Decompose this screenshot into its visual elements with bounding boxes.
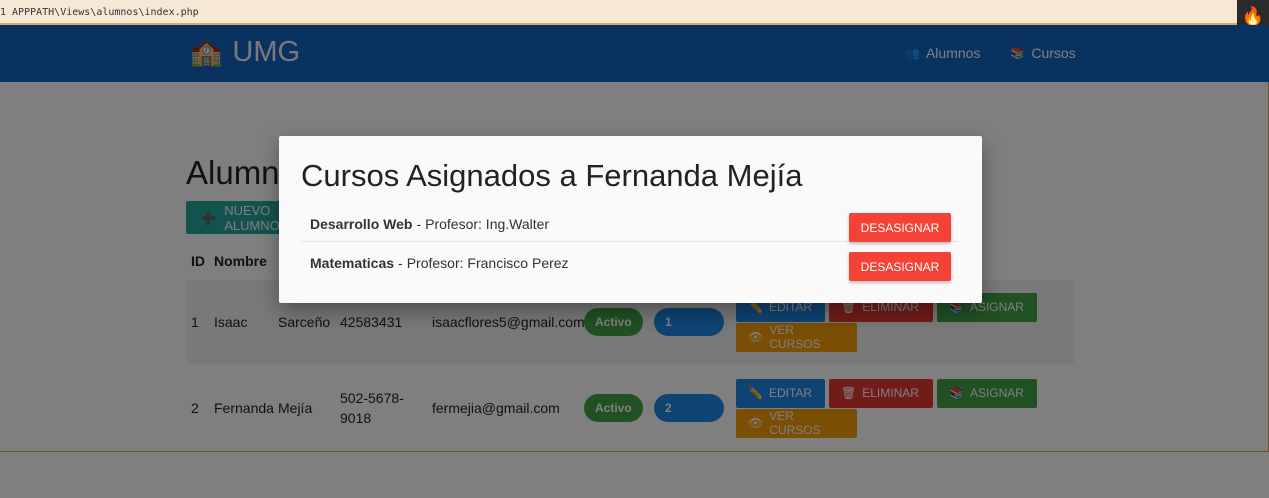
course-professor: Profesor: Ing.Walter xyxy=(425,215,550,232)
list-item: Desarrollo Web - Profesor: Ing.Walter DE… xyxy=(301,206,959,242)
course-name: Desarrollo Web xyxy=(310,215,413,232)
list-item: Matematicas - Profesor: Francisco Perez … xyxy=(301,245,959,281)
unassign-button[interactable]: DESASIGNAR xyxy=(849,252,951,281)
separator: - xyxy=(416,215,422,232)
separator: - xyxy=(398,255,403,271)
assigned-courses-modal: Cursos Asignados a Fernanda Mejía Desarr… xyxy=(279,136,982,303)
debug-toolbar: 1 APPPATH\Views\alumnos\index.php 🔥 xyxy=(0,0,1269,32)
modal-title: Cursos Asignados a Fernanda Mejía xyxy=(301,158,803,193)
view-path: 1 APPPATH\Views\alumnos\index.php xyxy=(0,7,199,18)
course-professor: Profesor: Francisco Perez xyxy=(406,255,569,271)
course-name: Matematicas xyxy=(310,255,395,271)
unassign-button[interactable]: DESASIGNAR xyxy=(849,213,951,242)
